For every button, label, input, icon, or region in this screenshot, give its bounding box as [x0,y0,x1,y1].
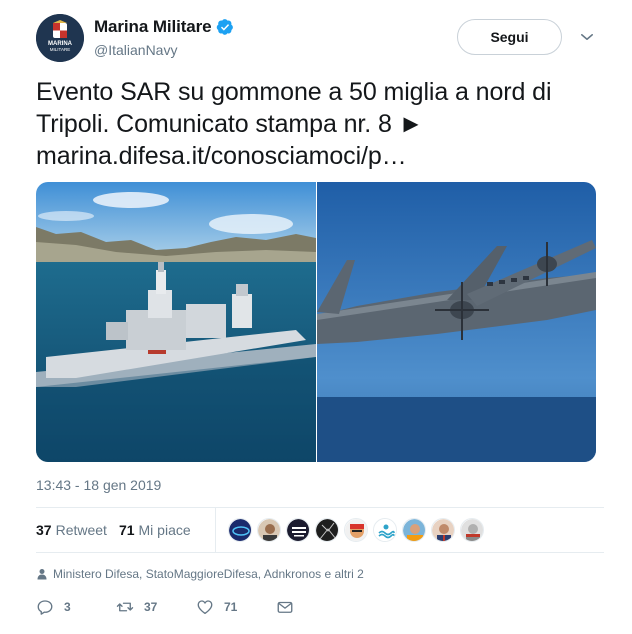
person-icon [36,568,48,580]
heart-icon [197,600,213,615]
like-stat-label: Mi piace [138,522,191,538]
reply-count: 3 [64,600,71,614]
retweet-stat-count: 37 [36,522,52,538]
follow-button[interactable]: Segui [457,19,562,55]
like-stat[interactable]: 71 Mi piace [119,522,191,538]
liker-avatar[interactable] [430,518,455,542]
author-names: Marina Militare @ItalianNavy [94,16,234,58]
tweet-link[interactable]: marina.difesa.it/conosciamoci/p… [36,142,407,170]
liker-avatar[interactable] [401,518,426,542]
tweet-text: Evento SAR su gommone a 50 miglia a nord… [36,76,606,172]
author-display-name[interactable]: Marina Militare [94,17,212,37]
liker-avatar[interactable] [372,518,397,542]
like-button[interactable]: 71 [196,598,276,616]
like-stat-count: 71 [118,522,135,538]
liker-avatar[interactable] [314,518,339,542]
like-count: 71 [224,600,238,614]
tweet-body-text: Evento SAR su gommone a 50 miglia a nord… [36,78,552,138]
liker-avatar[interactable] [227,518,252,542]
author-avatar[interactable]: MARINA MILITARE [36,14,84,62]
author-handle[interactable]: @ItalianNavy [94,42,234,58]
retweet-stat[interactable]: 37 Retweet [36,522,107,538]
likers-avatars [227,518,489,542]
social-context: Ministero Difesa, StatoMaggioreDifesa, A… [36,567,364,581]
svg-text:MILITARE: MILITARE [50,47,70,52]
tweet-media[interactable] [36,182,596,462]
tweet-header: MARINA MILITARE Marina Militare @Italian… [36,14,604,66]
reply-icon [37,600,53,615]
retweet-stat-label: Retweet [55,522,107,538]
tweet-timestamp[interactable]: 13:43 - 18 gen 2019 [36,477,161,493]
verified-badge-icon [216,18,234,36]
chevron-down-icon[interactable] [578,28,596,46]
retweet-button[interactable]: 37 [116,598,196,616]
liker-avatar[interactable] [285,518,310,542]
marina-militare-logo-icon: MARINA MILITARE [36,14,84,62]
social-context-text[interactable]: Ministero Difesa, StatoMaggioreDifesa, A… [53,567,364,581]
retweet-count: 37 [144,600,158,614]
divider [36,552,604,553]
reply-button[interactable]: 3 [36,598,116,616]
navy-ship-photo[interactable] [36,182,316,462]
stats-separator [214,508,216,552]
aircraft-photo[interactable] [317,182,596,462]
retweet-icon [116,602,134,612]
liker-avatar[interactable] [256,518,281,542]
envelope-icon [277,601,293,613]
direct-message-button[interactable] [276,598,304,616]
liker-avatar[interactable] [459,518,484,542]
display-name-row: Marina Militare [94,16,234,38]
tweet-actions: 3 37 71 [36,596,304,618]
liker-avatar[interactable] [343,518,368,542]
tweet-stats: 37 Retweet 71 Mi piace [36,508,604,552]
